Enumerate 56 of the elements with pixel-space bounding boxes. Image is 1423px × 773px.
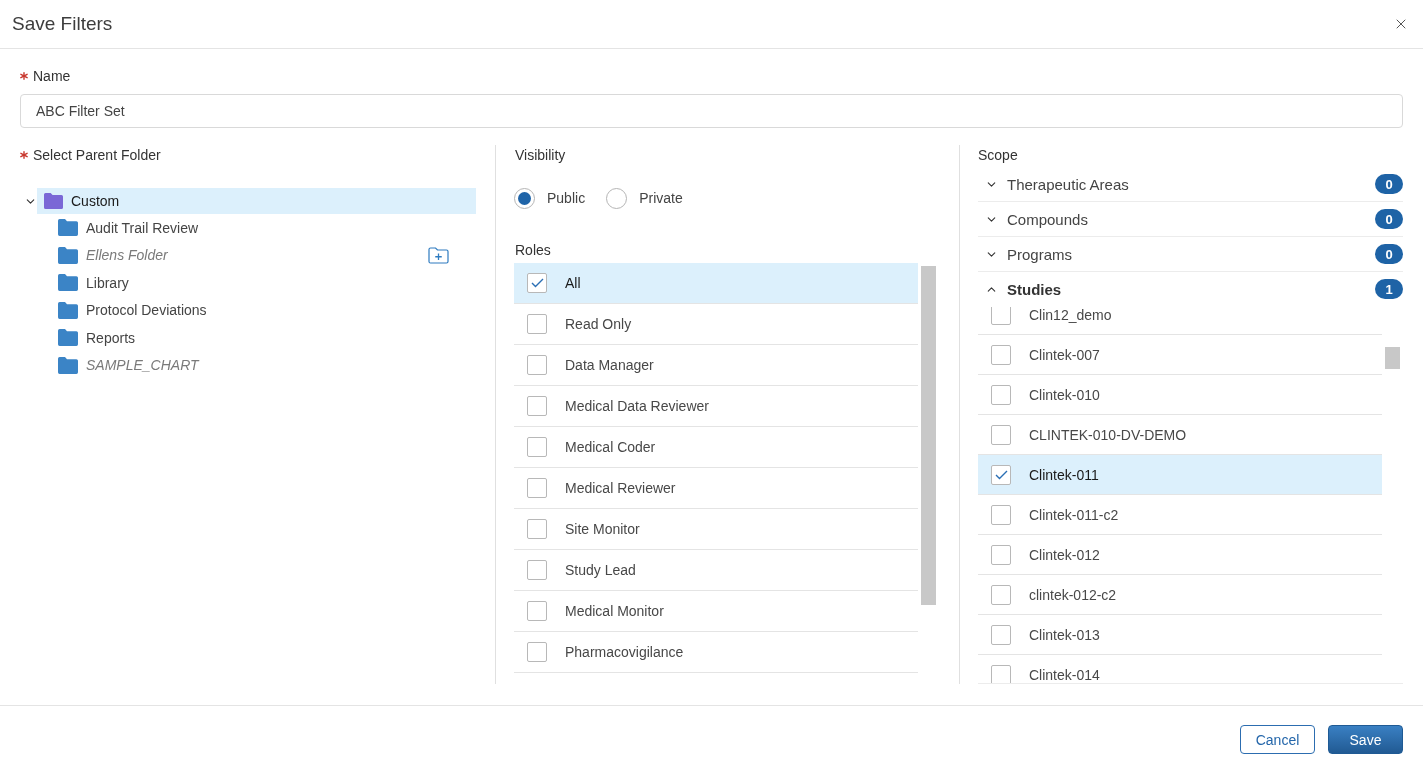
dialog-title: Save Filters: [12, 12, 113, 36]
count-badge: 0: [1375, 244, 1403, 264]
section-label: Roles: [514, 241, 551, 260]
checkbox[interactable]: [527, 437, 547, 457]
study-option[interactable]: Clin12_demo: [978, 307, 1382, 335]
checkbox[interactable]: [527, 314, 547, 334]
role-option[interactable]: All: [514, 263, 918, 304]
count-badge: 0: [1375, 209, 1403, 229]
checkbox[interactable]: [991, 307, 1011, 325]
checkbox[interactable]: [991, 424, 1011, 445]
radio-option[interactable]: Private: [606, 187, 683, 209]
checkbox[interactable]: [527, 560, 547, 580]
checkbox[interactable]: [527, 642, 547, 662]
radio-option[interactable]: Public: [514, 187, 586, 209]
name-input-field[interactable]: ABC Filter Set: [20, 94, 1403, 128]
folder-tree-item[interactable]: Library: [37, 269, 476, 297]
count-badge: 1: [1375, 279, 1403, 299]
accordion-header[interactable]: Studies: [978, 272, 1375, 306]
folder-tree-item[interactable]: Audit Trail Review: [37, 214, 476, 242]
checkbox[interactable]: [527, 519, 547, 539]
checkbox[interactable]: [991, 464, 1011, 485]
scrollbar-thumb[interactable]: [1385, 347, 1400, 369]
checkbox[interactable]: [527, 601, 547, 621]
study-option[interactable]: Clintek-011: [978, 455, 1382, 495]
folder-tree-item[interactable]: Reports: [37, 324, 476, 352]
folder-tree-item[interactable]: Ellens Folder: [37, 241, 476, 269]
scrollbar-thumb[interactable]: [921, 266, 936, 605]
radio-button[interactable]: [514, 187, 535, 209]
folder-tree-item[interactable]: Protocol Deviations: [37, 296, 476, 324]
accordion-header[interactable]: Therapeutic Areas: [978, 167, 1375, 201]
accordion-header[interactable]: Programs: [978, 237, 1375, 271]
folder-tree-item[interactable]: Custom: [37, 188, 476, 214]
check-icon: [994, 469, 1008, 480]
checkbox[interactable]: [991, 544, 1011, 565]
checkbox[interactable]: [527, 355, 547, 375]
checkbox[interactable]: [991, 344, 1011, 365]
checkbox[interactable]: [527, 396, 547, 416]
save-button[interactable]: Save: [1328, 725, 1403, 754]
field-label: Select Parent Folder: [33, 146, 161, 165]
checkbox[interactable]: [991, 584, 1011, 605]
cancel-button[interactable]: Cancel: [1240, 725, 1315, 754]
check-icon: [530, 278, 544, 288]
count-badge: 0: [1375, 174, 1403, 194]
field-label: Name: [33, 67, 71, 86]
checkbox[interactable]: [527, 478, 547, 498]
checkbox[interactable]: [991, 384, 1011, 405]
checkbox[interactable]: [991, 504, 1011, 525]
section-label: Scope: [978, 146, 1018, 165]
add-folder-icon[interactable]: [428, 246, 449, 264]
section-label: Visibility: [514, 146, 566, 165]
checkbox[interactable]: [991, 624, 1011, 645]
checkbox[interactable]: [527, 273, 547, 293]
checkbox[interactable]: [991, 664, 1011, 683]
folder-tree-item[interactable]: SAMPLE_CHART: [37, 351, 476, 379]
accordion-header[interactable]: Compounds: [978, 202, 1375, 236]
radio-button[interactable]: [606, 187, 628, 209]
